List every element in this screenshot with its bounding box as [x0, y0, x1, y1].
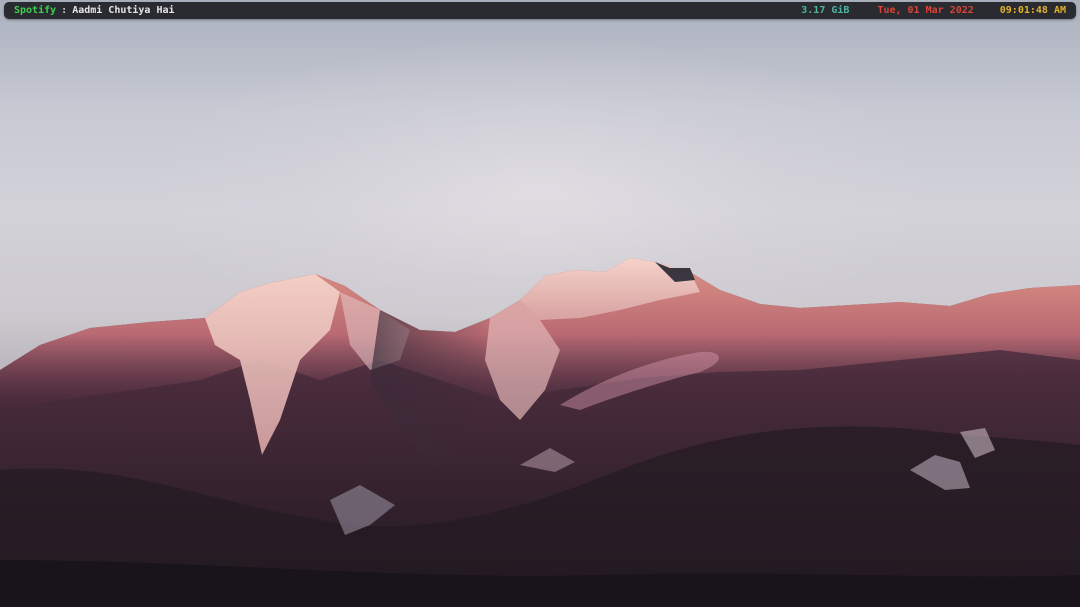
player-separator: : [61, 5, 68, 16]
media-player-module[interactable]: Spotify: Aadmi Chutiya Hai [14, 2, 175, 19]
desktop: Spotify: Aadmi Chutiya Hai 3.17 GiB Tue, 0… [0, 0, 1080, 607]
clock[interactable]: 09:01:48 AM [1000, 5, 1066, 16]
date-display[interactable]: Tue, 01 Mar 2022 [877, 5, 973, 16]
system-info-module: 3.17 GiB Tue, 01 Mar 2022 09:01:48 AM [801, 2, 1066, 19]
memory-usage[interactable]: 3.17 GiB [801, 5, 849, 16]
now-playing-track: Aadmi Chutiya Hai [72, 5, 175, 16]
wallpaper-mountains [0, 258, 1080, 607]
player-app-name: Spotify [14, 5, 57, 16]
status-bar: Spotify: Aadmi Chutiya Hai 3.17 GiB Tue, 0… [4, 2, 1076, 19]
